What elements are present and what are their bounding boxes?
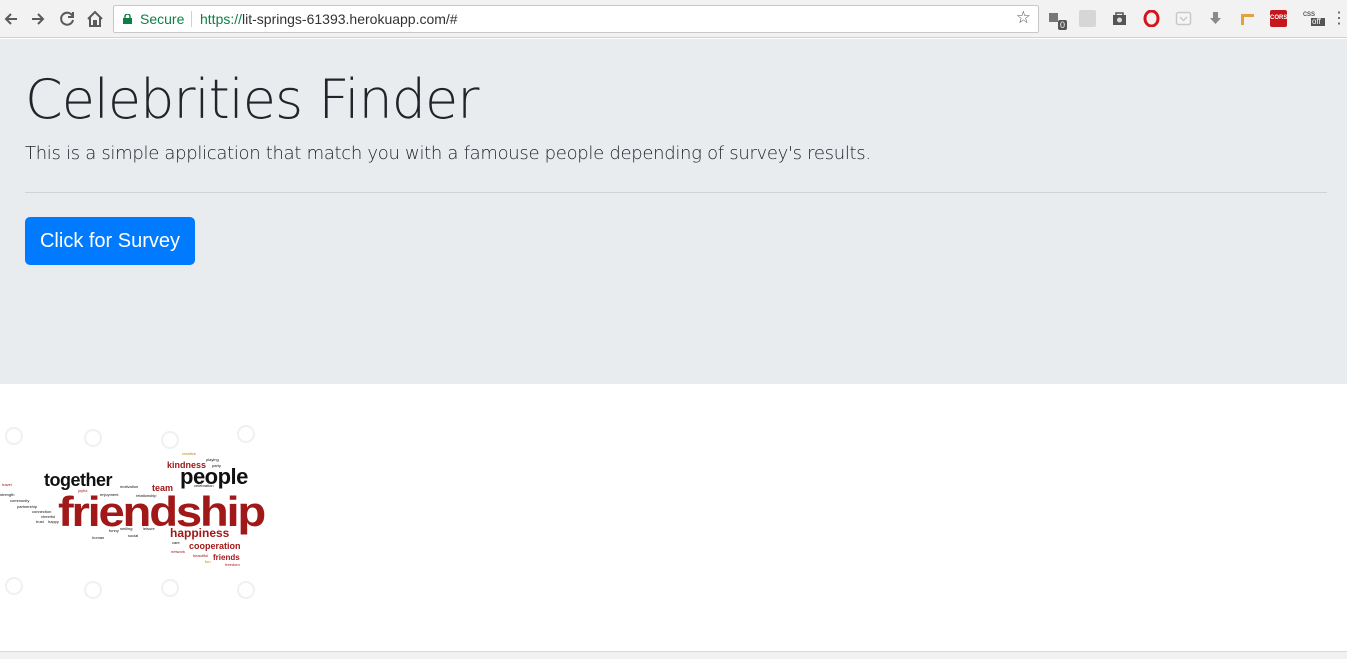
divider [25,192,1327,193]
friendship-wordcloud-image: friendship together people kindness team… [0,420,266,600]
address-separator [191,11,192,27]
word-beautiful: beautiful [193,553,208,558]
word-leisure: leisure [143,526,156,531]
url-host: lit-springs-61393.herokuapp.com [242,11,446,27]
off-label: off [1311,18,1325,26]
url-text[interactable]: https://lit-springs-61393.herokuapp.com/… [200,11,458,27]
word-joyful: joyful [77,488,87,493]
word-party: party [212,463,221,468]
download-icon[interactable] [1207,10,1224,27]
pocket-icon[interactable] [1175,10,1192,27]
word-travel: travel [2,482,12,487]
home-icon[interactable] [84,8,106,30]
word-cooperation: cooperation [189,541,241,551]
word-team: team [152,483,173,493]
word-kindness: kindness [167,460,206,470]
page-title: Celebrities Finder [25,68,479,131]
word-friendship: friendship [58,488,264,535]
back-icon[interactable] [0,8,22,30]
word-relationship: relationship [136,493,157,498]
lock-icon [123,14,132,24]
word-trust: trust [36,519,45,524]
word-funny: funny [109,528,119,533]
lead-text: This is a simple application that match … [25,143,871,164]
bookmark-star-icon[interactable]: ☆ [1016,8,1031,28]
word-enjoyment: enjoyment [100,492,119,497]
extension-badge: 0 [1058,20,1068,30]
word-celebration: celebration [194,483,214,488]
extension-puzzle-icon[interactable]: 0 [1047,10,1068,30]
cors-label: CORS [1270,15,1288,21]
extension-exif-icon[interactable] [1079,10,1096,27]
address-bar[interactable]: Secure https://lit-springs-61393.herokua… [113,5,1039,33]
cors-icon[interactable]: CORS [1270,10,1287,27]
word-playing: playing [206,457,219,462]
word-care: care [172,540,181,545]
word-happiness: happiness [170,526,230,540]
ruler-icon[interactable] [1239,10,1256,27]
reload-icon[interactable] [56,8,78,30]
survey-button[interactable]: Click for Survey [25,217,195,265]
word-community: community [10,498,29,503]
word-strength: strength [0,492,14,497]
browser-toolbar: Secure https://lit-springs-61393.herokua… [0,0,1347,38]
status-bar [0,651,1347,659]
word-together: together [44,470,112,490]
css-off-icon[interactable]: css off [1303,10,1325,27]
url-path: /# [445,11,458,27]
word-happy: happy [48,519,59,524]
menu-kebab-icon[interactable]: ⋮ [1331,8,1347,30]
word-network: network [171,549,185,554]
word-creative: creative [182,451,197,456]
opera-icon[interactable] [1143,9,1160,28]
forward-icon[interactable] [27,8,49,30]
word-motivation: motivation [120,484,138,489]
secure-label: Secure [140,11,185,27]
word-friends: friends [213,553,240,562]
word-freedom: freedom [225,562,240,567]
word-fun: fun [205,559,211,564]
word-human: human [92,535,104,540]
word-smiling: smiling [120,526,132,531]
extension-bag-icon[interactable] [1111,10,1128,27]
word-social: social [128,533,138,538]
url-scheme: https:// [200,11,243,27]
